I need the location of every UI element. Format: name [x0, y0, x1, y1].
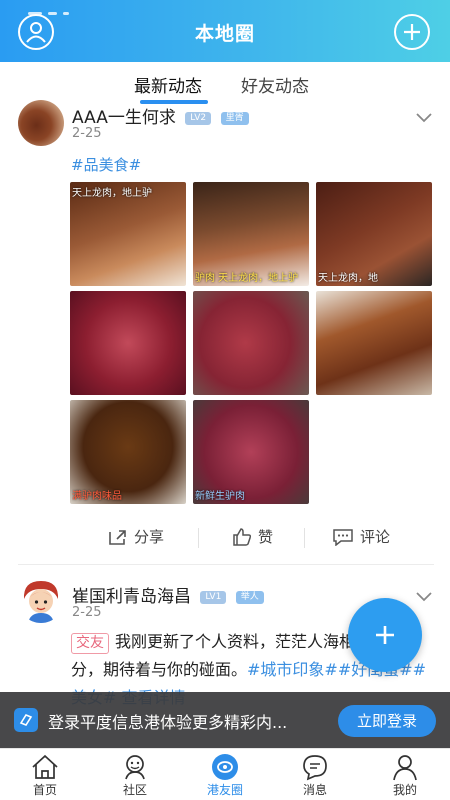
bottom-nav: 首页 社区 港友圈 消息 我的: [0, 748, 450, 800]
avatar[interactable]: [18, 100, 64, 146]
username: AAA一生何求: [72, 108, 176, 128]
role-badge: 里胥: [220, 111, 249, 125]
action-separator: [304, 528, 305, 548]
nav-label: 我的: [392, 783, 417, 797]
avatar[interactable]: [18, 577, 64, 623]
profile-icon: [393, 755, 417, 781]
tab-friends[interactable]: 好友动态: [241, 72, 309, 97]
level-badge: LV1: [200, 590, 227, 604]
tab-latest[interactable]: 最新动态: [134, 72, 202, 97]
post-date: 2-25: [72, 605, 102, 620]
level-badge: LV2: [185, 111, 212, 125]
page-title: 本地圈: [194, 23, 255, 45]
comment-button[interactable]: 评论: [332, 526, 390, 547]
nav-label: 港友圈: [206, 783, 243, 797]
photo-raw-meat-cubes[interactable]: [193, 291, 309, 395]
chevron-down-icon[interactable]: [416, 592, 432, 602]
share-button[interactable]: 分享: [108, 526, 164, 547]
login-banner: 登录平度信息港体验更多精彩内... 立即登录: [0, 692, 450, 748]
post-author[interactable]: 崔国利青岛海昌 LV1 举人: [72, 582, 264, 607]
photo-caption: 驴肉 天上龙肉，地上驴: [195, 273, 299, 284]
plus-icon: [376, 626, 394, 644]
username: 崔国利青岛海昌: [72, 587, 191, 607]
like-button[interactable]: 赞: [232, 526, 273, 547]
thumbs-up-icon: [233, 527, 252, 546]
photo-caption: 新鲜生驴肉: [195, 491, 245, 502]
app-logo-icon: [14, 708, 38, 732]
status-bar-remnant: [28, 0, 138, 15]
message-icon: [303, 755, 327, 781]
action-separator: [198, 528, 199, 548]
photo-fresh-meat[interactable]: 新鲜生驴肉: [193, 400, 309, 504]
nav-item-messages[interactable]: 消息: [270, 749, 360, 800]
photo-caption: 天上龙肉，地上驴: [72, 188, 152, 199]
nav-label: 消息: [302, 783, 327, 797]
top-header: 本地圈: [0, 0, 450, 62]
photo-raw-meat[interactable]: [70, 291, 186, 395]
post-actions: 分享 赞 评论: [70, 520, 434, 556]
share-label: 分享: [134, 528, 165, 546]
post-author[interactable]: AAA一生何求 LV2 里胥: [72, 103, 249, 128]
photo-braised-closeup[interactable]: [316, 291, 432, 395]
post-tag: 交友: [71, 633, 109, 654]
nav-label: 首页: [32, 783, 57, 797]
home-icon: [32, 754, 58, 779]
circle-icon: [212, 754, 238, 780]
plus-circle-icon[interactable]: [394, 14, 430, 50]
nav-label: 社区: [122, 783, 147, 797]
photo-braised-bones[interactable]: 满驴肉味品: [70, 400, 186, 504]
app-root: 本地圈 最新动态 好友动态 AAA一生何求 LV2 里胥 2-25 #品美食# …: [0, 0, 450, 800]
photo-packaged-meat[interactable]: 天上龙肉，地: [316, 182, 432, 286]
compose-fab[interactable]: [348, 598, 422, 672]
login-prompt: 登录平度信息港体验更多精彩内...: [48, 713, 288, 732]
post-divider: [18, 564, 434, 565]
post-date: 2-25: [72, 126, 102, 141]
feed-tabs: 最新动态 好友动态: [0, 62, 450, 106]
community-icon: [125, 755, 145, 780]
photo-braised-meat[interactable]: 天上龙肉，地上驴: [70, 182, 186, 286]
photo-caption: 天上龙肉，地: [318, 273, 378, 284]
share-icon: [109, 529, 126, 545]
photo-caption: 满驴肉味品: [72, 491, 122, 502]
photo-sliced-meat[interactable]: 驴肉 天上龙肉，地上驴: [193, 182, 309, 286]
nav-item-community[interactable]: 社区: [90, 749, 180, 800]
like-label: 赞: [258, 528, 274, 546]
nav-item-profile[interactable]: 我的: [360, 749, 450, 800]
comment-icon: [333, 528, 353, 546]
nav-item-home[interactable]: 首页: [0, 749, 90, 800]
chevron-down-icon[interactable]: [416, 113, 432, 123]
nav-item-circle[interactable]: 港友圈: [180, 749, 270, 800]
post-topic[interactable]: #品美食#: [71, 154, 141, 175]
role-badge: 举人: [235, 590, 264, 604]
comment-label: 评论: [360, 528, 391, 546]
login-button[interactable]: 立即登录: [338, 705, 436, 737]
